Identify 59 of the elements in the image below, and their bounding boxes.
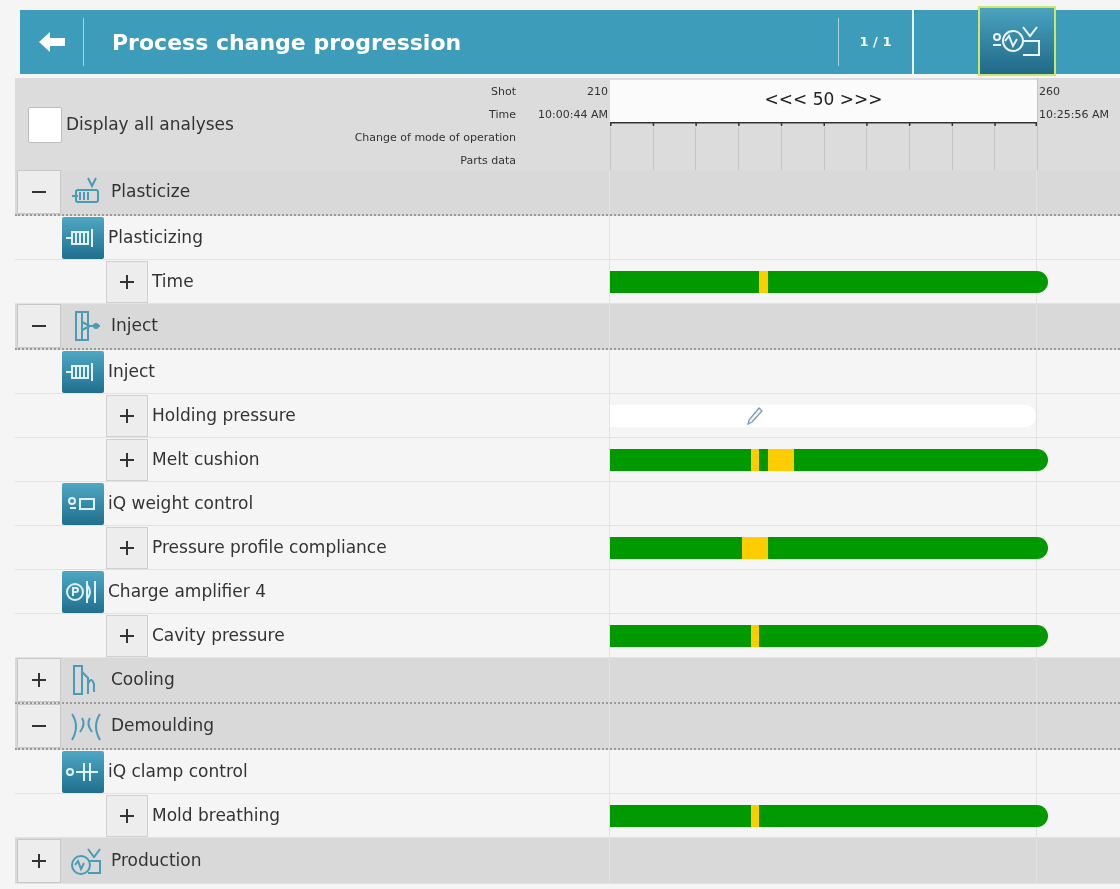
bar-end-cap [1037,448,1048,471]
parameter-name: Time [152,269,194,293]
plus-icon [32,853,46,868]
expand-toggle[interactable] [17,838,61,883]
plus-icon [120,408,134,423]
plus-icon [120,540,134,555]
view-tile-button[interactable] [978,6,1056,76]
checkbox-label: Display all analyses [66,113,234,137]
group-name: Inject [111,314,158,338]
parameter-name: Holding pressure [152,403,296,427]
timeline-label: Time [489,107,516,123]
expand-toggle[interactable] [106,794,148,837]
range-span: <<< 50 >>> [764,88,883,111]
group-name: Production [111,848,202,872]
module-name: iQ clamp control [108,759,248,783]
expand-toggle[interactable] [106,394,148,437]
module-name: Charge amplifier 4 [108,579,266,603]
end-shot: 260 [1039,84,1061,100]
expand-toggle[interactable] [106,526,148,569]
parameter-name: Melt cushion [152,447,260,471]
end-time: 10:25:56 AM [1039,107,1110,123]
parameter-name: Cavity pressure [152,623,285,647]
group-name: Demoulding [111,714,215,738]
expand-toggle[interactable] [106,438,148,481]
plus-icon [120,452,134,467]
module-tile-icon [62,216,104,259]
timeline-label: Shot [491,84,516,100]
module-tile-icon [62,350,104,393]
bar-end-cap [1037,624,1048,647]
module-tile-icon [62,482,104,525]
page-title: Process change progression [112,28,462,57]
plus-icon [120,628,134,643]
expand-toggle[interactable] [17,304,61,348]
module-tile-icon [62,570,104,613]
bar-end-cap [1037,536,1048,559]
plus-icon [120,808,134,823]
module-name: Inject [108,359,155,383]
expand-toggle[interactable] [106,260,148,303]
timeline-label: Change of mode of operation [354,130,516,146]
group-name: Plasticize [111,180,191,204]
parameter-name: Mold breathing [152,803,280,827]
bar-end-cap [1037,804,1048,827]
module-name: Plasticizing [108,225,203,249]
plus-icon [120,274,134,289]
plus-icon [32,673,46,687]
module-tile-icon [62,750,104,793]
bar-end-cap [1037,270,1048,293]
expand-toggle[interactable] [106,614,148,657]
expand-toggle[interactable] [17,170,61,214]
expand-toggle[interactable] [17,704,61,748]
expand-toggle[interactable] [17,658,61,702]
start-time: 10:00:44 AM [538,107,608,123]
checkbox[interactable] [28,107,62,143]
page-counter: 1 / 1 [838,18,912,66]
start-shot: 210 [587,84,608,100]
group-name: Cooling [111,668,175,692]
module-name: iQ weight control [108,491,254,515]
parameter-name: Pressure profile compliance [152,535,387,559]
timeline-label: Parts data [460,153,516,169]
